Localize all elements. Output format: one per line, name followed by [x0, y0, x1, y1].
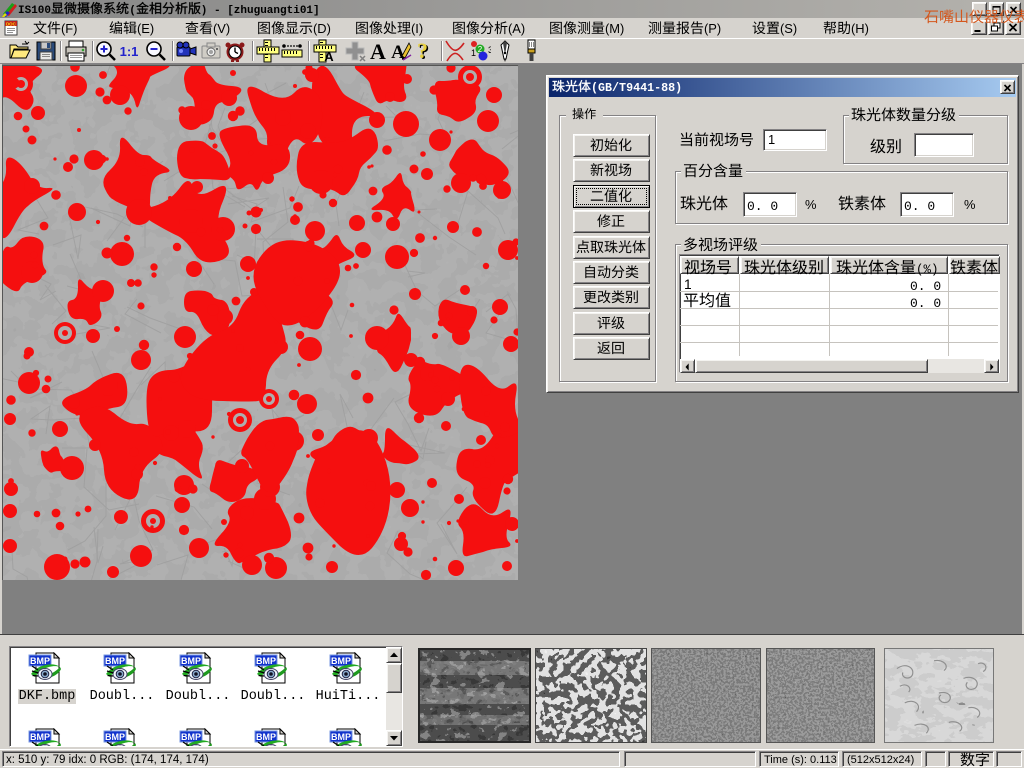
svg-text:1:1: 1:1	[120, 44, 139, 59]
svg-text:(V): (V)	[213, 21, 230, 36]
svg-text:%: %	[805, 197, 816, 212]
svg-text:(A): (A)	[508, 21, 525, 36]
svg-text:(%): (%)	[916, 263, 939, 277]
svg-text:IS100: IS100	[18, 5, 51, 17]
svg-text:0. 0: 0. 0	[904, 199, 935, 214]
svg-text:A: A	[370, 39, 386, 63]
svg-text:(H): (H)	[851, 21, 869, 36]
svg-text:(S): (S)	[780, 21, 797, 36]
svg-text:(GB/T9441-88): (GB/T9441-88)	[591, 81, 682, 95]
svg-text:0. 0: 0. 0	[747, 199, 778, 214]
svg-text:(: (	[129, 5, 136, 17]
svg-text:1: 1	[471, 48, 476, 58]
svg-text:DOC: DOC	[6, 21, 17, 26]
svg-text:(M): (M)	[605, 21, 624, 36]
svg-text:(P): (P)	[704, 21, 721, 36]
svg-text:(F): (F)	[61, 21, 77, 36]
svg-text:(D): (D)	[313, 21, 331, 36]
svg-text:(I): (I)	[411, 21, 423, 36]
svg-text:%: %	[964, 197, 975, 212]
svg-text:0. 0: 0. 0	[910, 296, 941, 311]
svg-text:(E): (E)	[137, 21, 154, 36]
svg-text:3: 3	[488, 45, 491, 55]
svg-text:) - [zhuguangti01]: ) - [zhuguangti01]	[201, 5, 320, 17]
svg-text:?: ?	[417, 39, 428, 63]
svg-text:1: 1	[768, 132, 775, 147]
svg-text:A: A	[324, 49, 334, 63]
